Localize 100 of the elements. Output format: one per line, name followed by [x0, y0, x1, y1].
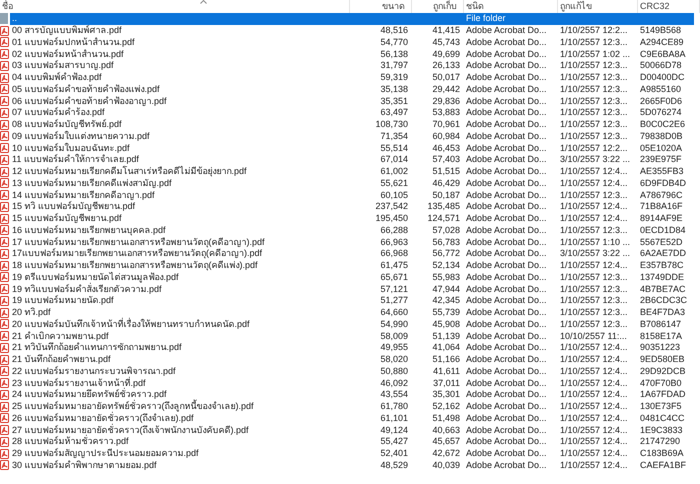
file-row[interactable]: 15 ทวิ แบบฟอร์มบัญชีพยาน.pdf 237,542 135,485 Adobe Acrobat Do... 1/10/2557 12:4... 71B8A16F: [0, 201, 700, 213]
file-row[interactable]: 19 แบบฟอร์มหมายนัด.pdf 51,277 42,345 Adobe Acrobat Do... 1/10/2557 12:3... 2B6CDC3C: [0, 295, 700, 307]
packed-size: 49,699: [432, 48, 460, 60]
file-type: File folder: [466, 13, 506, 24]
file-type: Adobe Acrobat Do...: [466, 378, 547, 389]
file-row[interactable]: 18 แบบฟอร์มหมายเรียกพยานเอกสารหรือพยานวัตถุ(คดีแพ่ง).pdf 61,475 52,134 Adobe Acrobat Do... 1/10/2557 12:4... E357B78C: [0, 260, 700, 272]
pdf-file-icon: [0, 436, 9, 447]
modified-date: 1/10/2557 12:4...: [560, 342, 628, 354]
pdf-file-icon: [0, 378, 9, 388]
pdf-file-icon: [0, 202, 9, 212]
file-name: 05 แบบฟอร์มคำขอท้ายคำฟ้องแพ่ง.pdf: [12, 84, 160, 95]
file-row[interactable]: 26 แบบฟอร์มหมายอายัดชั่วคราว(ถึงจำเลย).pdf 61,101 51,498 Adobe Acrobat Do... 1/10/2557 12:4... 0481C4CC: [0, 412, 700, 424]
file-row[interactable]: 02 แบบฟอร์มหน้าสำนวน.pdf 56,138 49,699 Adobe Acrobat Do... 1/10/2557 1:02 ... C9E6BA8A: [0, 48, 700, 60]
file-row[interactable]: 24 แบบฟอร์มหมายยึดทรัพย์ชั่วคราว.pdf 43,554 35,301 Adobe Acrobat Do... 1/10/2557 12:4... 1A67FDAD: [0, 389, 700, 401]
file-type: Adobe Acrobat Do...: [466, 166, 547, 178]
file-row[interactable]: 22 แบบฟอร์มรายงานกระบวนพิจารณา.pdf 50,880 41,611 Adobe Acrobat Do... 1/10/2557 12:4... 29D92DCB: [0, 366, 700, 378]
packed-size: 45,743: [432, 36, 460, 48]
file-row[interactable]: 12 แบบฟอร์มหมายเรียกคดีมโนสาเร่หรือคดีไม่มีข้อยุ่งยาก.pdf 61,002 51,515 Adobe Acrobat Do... 1/10/2557 12:4... AE355FB3: [0, 166, 700, 178]
packed-size: 56,772: [432, 248, 460, 260]
crc-value: 71B8A16F: [640, 201, 683, 212]
file-row[interactable]: 17 แบบฟอร์มหมายเรียกพยานเอกสารหรือพยานวัตถุ(คดีอาญา).pdf 66,963 56,783 Adobe Acrobat Do... 1/10/2557 1:10 ... 5567E52D: [0, 236, 700, 248]
crc-value: 239E975F: [640, 154, 682, 166]
file-row[interactable]: 14 แบบฟอร์มหมายเรียกคดีอาญา.pdf 60,105 50,187 Adobe Acrobat Do... 1/10/2557 12:3... A786796C: [0, 189, 700, 201]
file-row[interactable]: 19 ตรีแบบฟอร์มหมายนัดไต่สวนมูลฟ้อง.pdf 65,671 55,983 Adobe Acrobat Do... 1/10/2557 12:3... 13749DDE: [0, 272, 700, 284]
file-size: 237,542: [375, 201, 408, 212]
modified-date: 1/10/2557 1:10 ...: [560, 236, 630, 248]
pdf-file-icon: [0, 131, 9, 142]
pdf-file-icon: [0, 319, 9, 330]
crc-value: 2665F0D6: [640, 96, 682, 107]
packed-size: 60,984: [432, 130, 460, 142]
file-row[interactable]: 05 แบบฟอร์มคำขอท้ายคำฟ้องแพ่ง.pdf 35,138 29,442 Adobe Acrobat Do... 1/10/2557 12:3... A9855160: [0, 84, 700, 96]
pdf-file-icon: [0, 390, 9, 400]
modified-date: 1/10/2557 12:2...: [560, 25, 628, 36]
packed-size: 29,836: [432, 96, 460, 107]
packed-size: 41,064: [432, 342, 460, 354]
packed-size: 51,498: [432, 412, 460, 424]
file-row[interactable]: 10 แบบฟอร์มใบมอบฉันทะ.pdf 55,514 46,453 Adobe Acrobat Do... 1/10/2557 12:2... 05E1020A: [0, 142, 700, 154]
file-row[interactable]: 30 แบบฟอร์มคำพิพากษาตามยอม.pdf 48,529 40,039 Adobe Acrobat Do... 1/10/2557 12:4... CAEFA1BF: [0, 460, 700, 472]
file-name: 19 แบบฟอร์มหมายนัด.pdf: [12, 295, 114, 306]
packed-size: 45,908: [432, 318, 460, 330]
file-type: Adobe Acrobat Do...: [466, 154, 547, 166]
packed-size: 46,453: [432, 142, 460, 154]
pdf-file-icon: [0, 342, 9, 353]
crc-value: 4B7BE7AC: [640, 284, 686, 295]
crc-value: 90351223: [640, 342, 680, 354]
file-row[interactable]: 21 คำเบิกความพยาน.pdf 58,009 51,139 Adobe Acrobat Do... 10/10/2557 11:... 8158E17A: [0, 330, 700, 342]
file-name: 15 แบบฟอร์มบัญชีพยาน.pdf: [12, 213, 122, 224]
file-row[interactable]: 20 ทวิ.pdf 64,660 55,739 Adobe Acrobat Do... 1/10/2557 12:3... BE4F7DA3: [0, 306, 700, 318]
file-size: 48,529: [380, 460, 408, 471]
file-row[interactable]: 04 แบบพิมพ์คำฟ้อง.pdf 59,319 50,017 Adobe Acrobat Do... 1/10/2557 12:3... D00400DC: [0, 72, 700, 84]
file-row[interactable]: 20 แบบฟอร์มบันทึกเจ้าหน้าที่เรื่องให้พยานทราบกำหนดนัด.pdf 54,990 45,908 Adobe Acrobat Do... 1/10/2557 12:3... B7086147: [0, 318, 700, 330]
modified-date: 1/10/2557 12:4...: [560, 260, 628, 272]
file-row[interactable]: 06 แบบฟอร์มคำขอท้ายคำฟ้องอาญา.pdf 35,351 29,836 Adobe Acrobat Do... 1/10/2557 12:3... 2665F0D6: [0, 95, 700, 107]
file-row[interactable]: 09 แบบฟอร์มใบแต่งทนายความ.pdf 71,354 60,984 Adobe Acrobat Do... 1/10/2557 12:3... 79838D0B: [0, 130, 700, 142]
modified-date: 1/10/2557 12:4...: [560, 366, 628, 377]
file-size: 61,101: [380, 412, 408, 424]
file-row[interactable]: 21 ทวิบันทึกถ้อยคำแทนการซักถามพยาน.pdf 49,955 41,064 Adobe Acrobat Do... 1/10/2557 12:4... 90351223: [0, 342, 700, 354]
file-name: 17 แบบฟอร์มหมายเรียกพยานเอกสารหรือพยานวัตถุ(คดีอาญา).pdf: [12, 236, 265, 248]
file-row[interactable]: 17แบบฟอร์มหมายเรียกพยานเอกสารหรือพยานวัตถุ(คดีอาญา).pdf 66,968 56,772 Adobe Acrobat Do... 3/10/2557 3:22 ... 6A2AE7DD: [0, 248, 700, 260]
file-size: 66,963: [380, 236, 408, 248]
packed-size: 56,783: [432, 236, 460, 248]
file-row[interactable]: 00 สารบัญแบบพิมพ์ศาล.pdf 48,516 41,415 Adobe Acrobat Do... 1/10/2557 12:2... 5149B568: [0, 24, 700, 36]
file-row[interactable]: 25 แบบฟอร์มหมายอายัดทรัพย์ชั่วคราว(ถึงลูกหนี้ของจำเลย).pdf 61,780 52,162 Adobe Acrobat Do... 1/10/2557 12:4... 130E73F5: [0, 400, 700, 412]
file-row[interactable]: 16 แบบฟอร์มหมายเรียกพยานบุคคล.pdf 66,288 57,028 Adobe Acrobat Do... 1/10/2557 12:3... 0ECD1D84: [0, 224, 700, 236]
packed-size: 51,139: [432, 330, 460, 342]
pdf-file-icon: [0, 26, 9, 36]
modified-date: 1/10/2557 12:4...: [560, 389, 628, 400]
file-size: 49,124: [380, 424, 408, 436]
column-header[interactable]: ถูกเก็บ: [412, 0, 464, 13]
pdf-file-icon: [0, 448, 9, 459]
file-type: Adobe Acrobat Do...: [466, 236, 547, 248]
file-row[interactable]: 23 แบบฟอร์มรายงานเจ้าหน้าที่.pdf 46,092 37,011 Adobe Acrobat Do... 1/10/2557 12:4... 470F70B0: [0, 377, 700, 389]
file-row[interactable]: 19 ทวิแบบฟอร์มคำสั่งเรียกตัวความ.pdf 57,121 47,944 Adobe Acrobat Do... 1/10/2557 12:3... 4B7BE7AC: [0, 283, 700, 295]
file-row[interactable]: 13 แบบฟอร์มหมายเรียกคดีแพ่งสามัญ.pdf 55,621 46,429 Adobe Acrobat Do... 1/10/2557 12:4... 6D9FDB4D: [0, 178, 700, 190]
file-row[interactable]: 11 แบบฟอร์มคำให้การจำเลย.pdf 67,014 57,403 Adobe Acrobat Do... 3/10/2557 3:22 ... 239E975F: [0, 154, 700, 166]
file-type: Adobe Acrobat Do...: [466, 130, 547, 142]
pdf-file-icon: [0, 425, 9, 436]
file-row[interactable]: 21 บันทึกถ้อยคำพยาน.pdf 58,020 51,166 Adobe Acrobat Do... 1/10/2557 12:4... 9ED580EB: [0, 354, 700, 366]
file-row[interactable]: 28 แบบฟอร์มห้ามชั่วคราว.pdf 55,427 45,657 Adobe Acrobat Do... 1/10/2557 12:4... 21747290: [0, 436, 700, 448]
modified-date: 1/10/2557 12:4...: [560, 201, 628, 212]
file-size: 55,621: [380, 178, 408, 189]
column-header[interactable]: ขนาด: [350, 0, 412, 13]
file-row[interactable]: 15 แบบฟอร์มบัญชีพยาน.pdf 195,450 124,571 Adobe Acrobat Do... 1/10/2557 12:4... 8914AF9E: [0, 212, 700, 224]
file-name: 20 ทวิ.pdf: [12, 307, 51, 318]
file-row[interactable]: 29 แบบฟอร์มสัญญาประนีประนอมยอมความ.pdf 52,401 42,672 Adobe Acrobat Do... 1/10/2557 12:4... C183B69A: [0, 448, 700, 460]
pdf-file-icon: [0, 331, 9, 342]
file-row[interactable]: 27 แบบฟอร์มหมายอายัดชั่วคราว(ถึงเจ้าพนักงานบังคับคดี).pdf 49,124 40,663 Adobe Acrobat Do... 1/10/2557 12:4... 1E9C3833: [0, 424, 700, 436]
column-header[interactable]: ถูกแก้ไข: [558, 0, 638, 13]
column-header[interactable]: ชนิด: [464, 0, 558, 13]
file-size: 66,968: [380, 248, 408, 260]
packed-size: 41,415: [432, 25, 460, 36]
file-size: 66,288: [380, 224, 408, 236]
file-row[interactable]: 01 แบบฟอร์มปกหน้าสำนวน.pdf 54,770 45,743 Adobe Acrobat Do... 1/10/2557 12:3... A294CE89: [0, 36, 700, 48]
column-header[interactable]: CRC32: [638, 0, 700, 13]
file-name: 24 แบบฟอร์มหมายยึดทรัพย์ชั่วคราว.pdf: [12, 389, 167, 400]
file-row[interactable]: 03 แบบฟอร์มสารบาญ.pdf 31,797 26,133 Adobe Acrobat Do... 1/10/2557 12:3... 50066D78: [0, 60, 700, 72]
pdf-file-icon: [0, 272, 9, 282]
file-name: 27 แบบฟอร์มหมายอายัดชั่วคราว(ถึงเจ้าพนักงานบังคับคดี).pdf: [12, 424, 249, 435]
file-row[interactable]: 07 แบบฟอร์มคำร้อง.pdf 63,497 53,883 Adobe Acrobat Do... 1/10/2557 12:3... 5D076274: [0, 107, 700, 119]
file-row[interactable]: 08 แบบฟอร์มบัญชีทรัพย์.pdf 108,730 70,961 Adobe Acrobat Do... 1/10/2557 12:3... B0C0C2E6: [0, 118, 700, 130]
